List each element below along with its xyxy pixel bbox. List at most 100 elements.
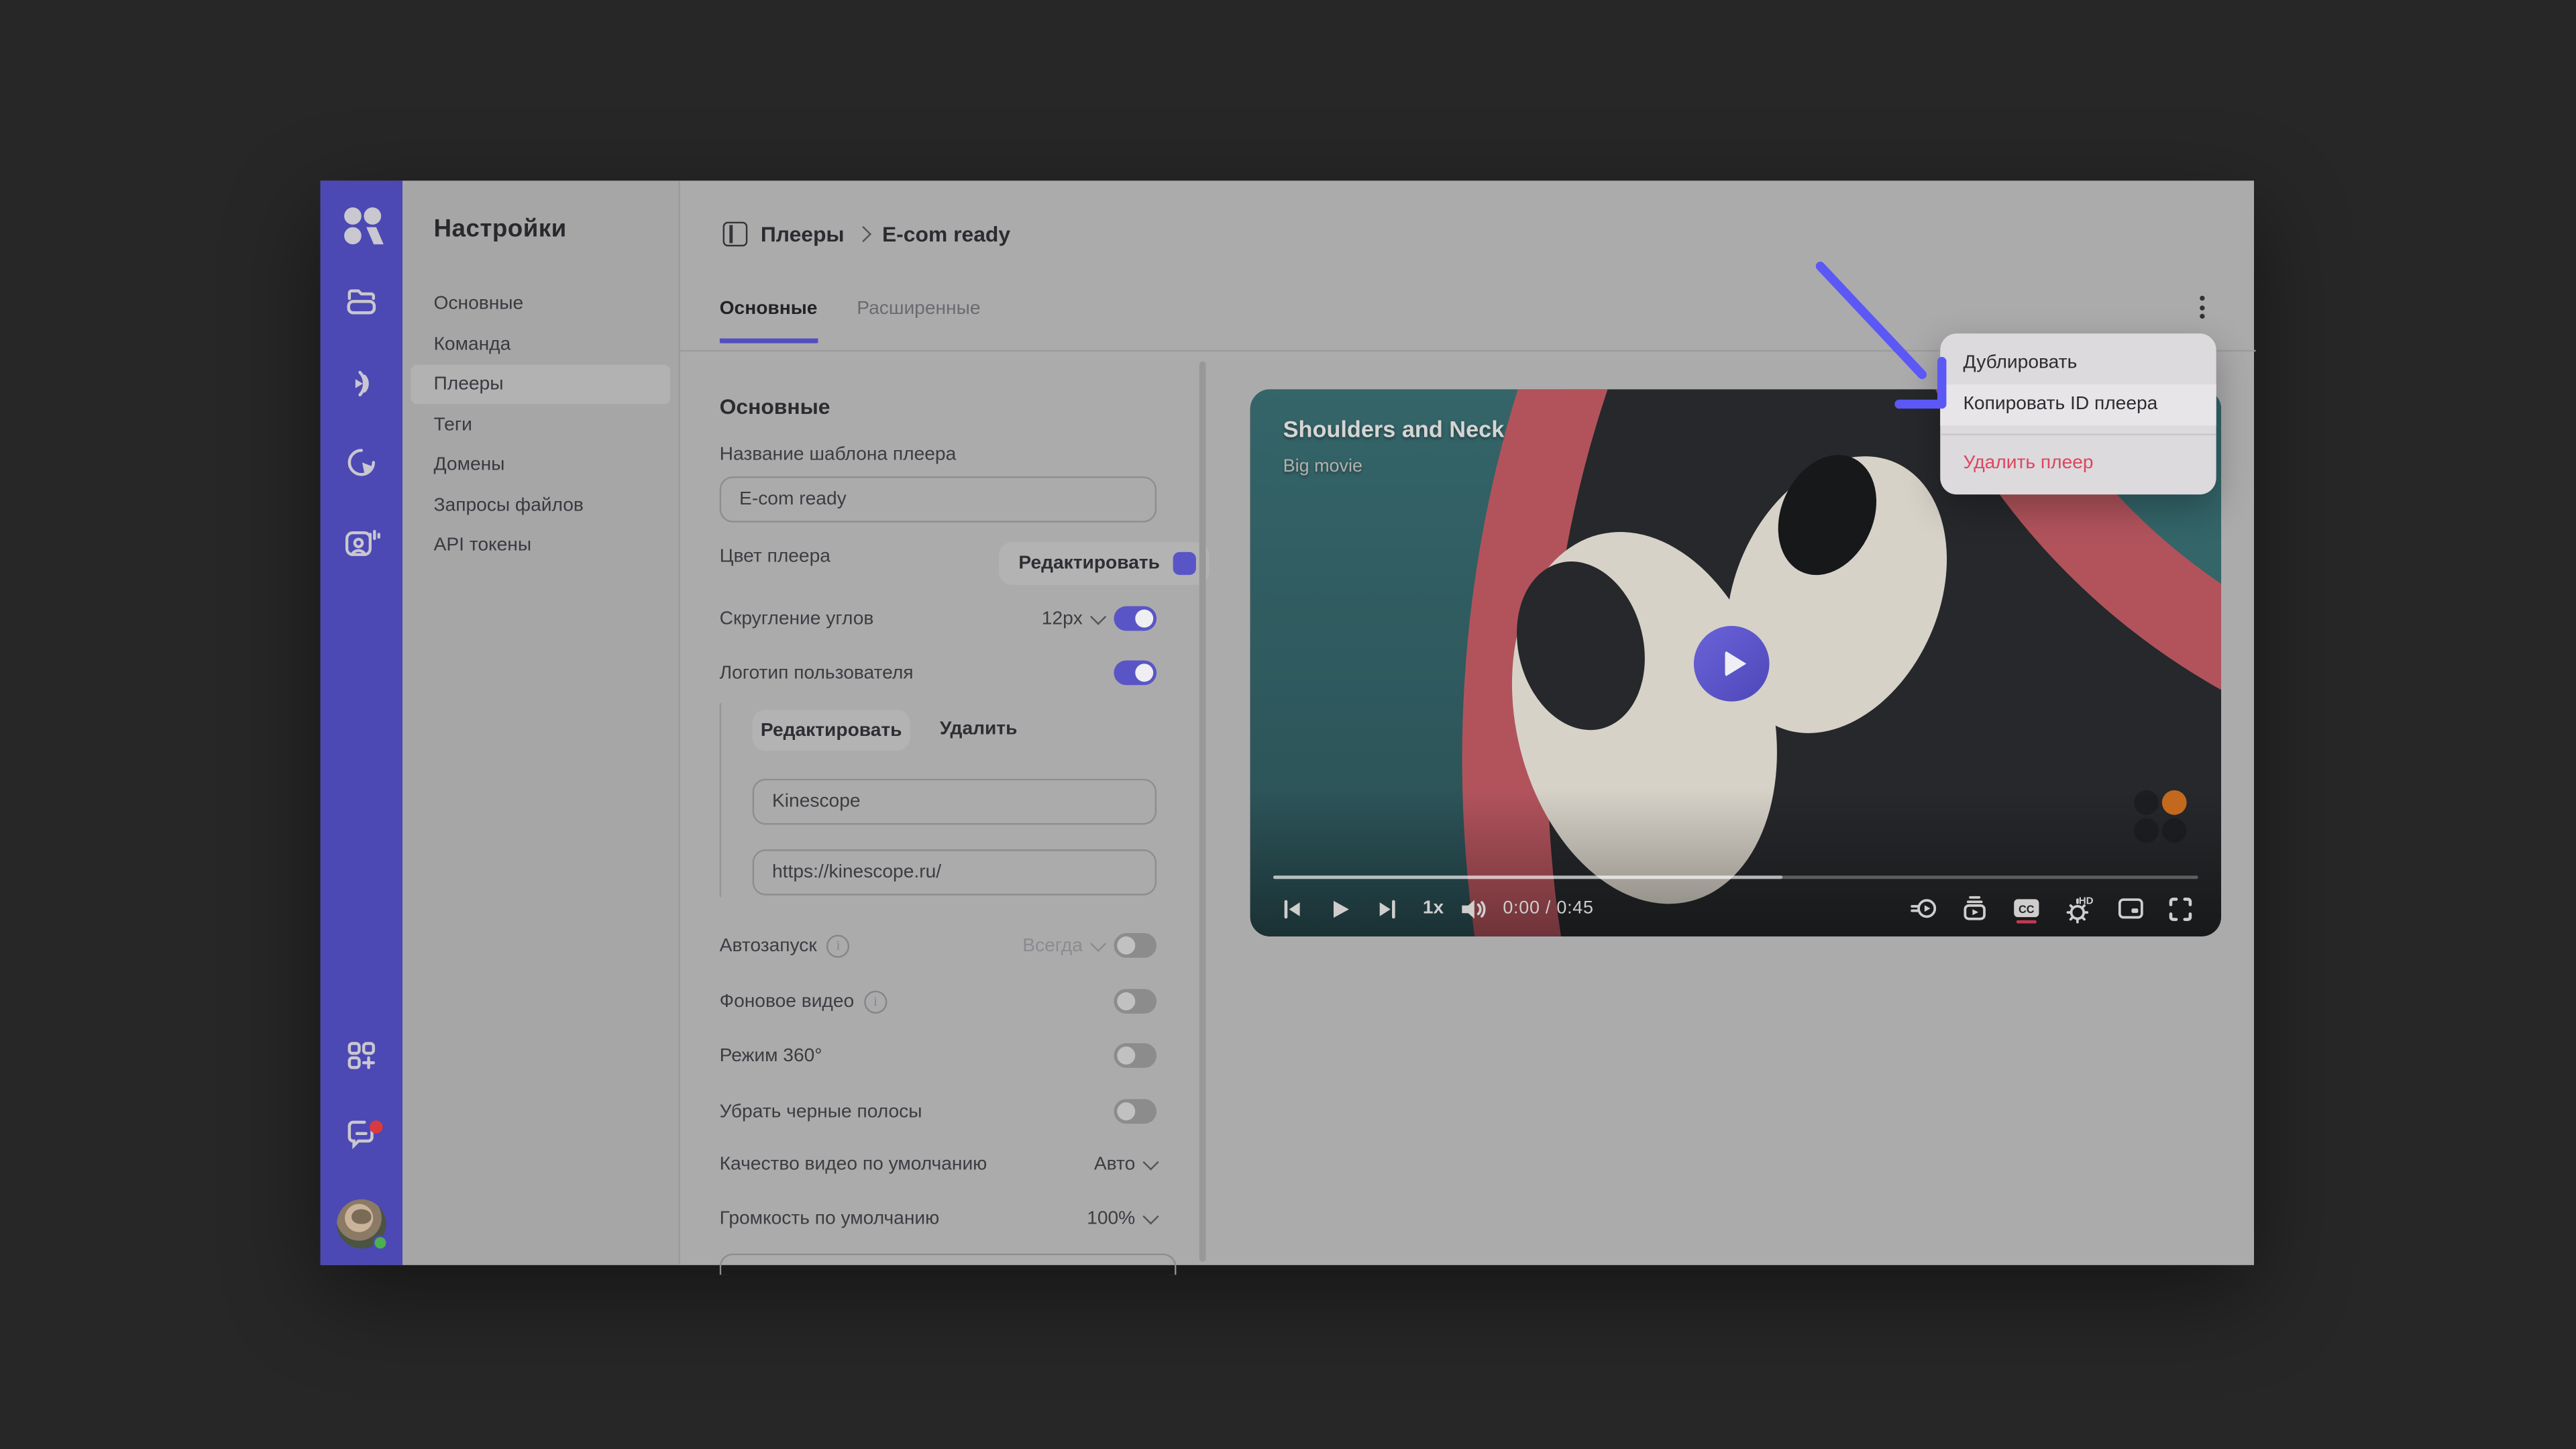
logo-delete-button[interactable]: Удалить xyxy=(940,720,1018,739)
sidebar-item-tags[interactable]: Теги xyxy=(402,406,678,445)
chevron-down-icon xyxy=(1142,1208,1159,1224)
volume-icon[interactable] xyxy=(1458,894,1487,922)
tab-advanced[interactable]: Расширенные xyxy=(857,299,980,343)
chevron-down-icon xyxy=(1090,608,1106,624)
user-logo-toggle[interactable] xyxy=(1114,660,1157,685)
previous-icon[interactable] xyxy=(1280,896,1305,921)
menu-item-duplicate[interactable]: Дублировать xyxy=(1940,343,2216,384)
videos-folder-icon[interactable] xyxy=(343,283,380,327)
chevron-down-icon xyxy=(1142,1155,1159,1171)
sidebar-item-players[interactable]: Плееры xyxy=(411,365,670,405)
breadcrumb: Плееры E-com ready xyxy=(723,222,1011,247)
player-name-input[interactable] xyxy=(720,476,1157,523)
quality-hd-gear-icon[interactable]: HD xyxy=(2063,893,2095,924)
form-scrollbar[interactable] xyxy=(1199,362,1206,1262)
play-icon[interactable] xyxy=(1328,896,1352,921)
sidebar-item-team[interactable]: Команда xyxy=(402,325,678,365)
sidebar-item-domains[interactable]: Домены xyxy=(402,445,678,485)
menu-divider xyxy=(1940,434,2216,435)
chevron-down-icon xyxy=(1090,935,1106,951)
analytics-pie-icon[interactable] xyxy=(343,444,380,488)
info-icon[interactable]: i xyxy=(864,990,887,1013)
kinescope-logo[interactable] xyxy=(337,201,386,259)
corner-radius-row: Скругление углов 12px xyxy=(720,606,1157,631)
online-status-dot xyxy=(373,1236,388,1250)
fullscreen-icon[interactable] xyxy=(2167,894,2195,922)
next-field-partial xyxy=(720,1254,1177,1275)
settings-title: Настройки xyxy=(434,215,567,244)
corner-radius-label: Скругление углов xyxy=(720,608,874,628)
quality-value[interactable]: Авто xyxy=(1094,1155,1135,1175)
seek-bar[interactable] xyxy=(1273,875,2198,879)
screen: Настройки Основные Команда Плееры Теги Д… xyxy=(0,0,2576,1449)
live-stream-icon[interactable] xyxy=(343,366,380,410)
sidebar-item-file-requests[interactable]: Запросы файлов xyxy=(402,486,678,526)
big-play-button[interactable] xyxy=(1694,626,1770,702)
pip-icon[interactable] xyxy=(2116,894,2145,923)
chevron-right-icon xyxy=(855,226,871,242)
logo-subsection-rule xyxy=(720,703,721,897)
autoplay-value[interactable]: Всегда xyxy=(1022,936,1083,955)
svg-text:CC: CC xyxy=(2019,903,2035,915)
next-icon[interactable] xyxy=(1375,896,1400,921)
cast-queue-icon[interactable] xyxy=(1960,894,1990,923)
video-title: Shoulders and Neck xyxy=(1283,416,1505,442)
app-rail xyxy=(321,180,402,1265)
chat-notification-dot xyxy=(370,1120,383,1134)
remove-bars-row: Убрать черные полосы xyxy=(720,1099,1157,1124)
app-window: Настройки Основные Команда Плееры Теги Д… xyxy=(321,180,2254,1265)
user-logo-row: Логотип пользователя xyxy=(720,660,1157,685)
apps-plus-icon[interactable] xyxy=(343,1038,380,1082)
info-icon[interactable]: i xyxy=(826,934,849,957)
sidebar-item-api-tokens[interactable]: API токены xyxy=(402,526,678,566)
mode-360-row: Режим 360° xyxy=(720,1043,1157,1068)
breadcrumb-current: E-com ready xyxy=(882,222,1010,247)
remove-bars-toggle[interactable] xyxy=(1114,1099,1157,1124)
panel-icon[interactable] xyxy=(723,222,748,247)
edit-color-button[interactable]: Редактировать xyxy=(999,542,1209,585)
background-video-toggle[interactable] xyxy=(1114,989,1157,1014)
player-color-label: Цвет плеера xyxy=(720,547,830,567)
logo-url-input[interactable] xyxy=(753,849,1157,896)
user-logo-label: Логотип пользователя xyxy=(720,663,914,682)
video-subtitle: Big movie xyxy=(1283,457,1362,476)
quality-row: Качество видео по умолчанию Авто xyxy=(720,1155,1157,1175)
speed-button[interactable]: 1x xyxy=(1423,899,1444,918)
sidebar-item-general[interactable]: Основные xyxy=(402,284,678,324)
quality-label: Качество видео по умолчанию xyxy=(720,1155,987,1175)
form-section-title: Основные xyxy=(720,394,830,419)
logo-edit-button[interactable]: Редактировать xyxy=(753,710,910,751)
time-display: 0:00 / 0:45 xyxy=(1503,899,1593,918)
corner-radius-toggle[interactable] xyxy=(1114,606,1157,631)
player-context-menu: Дублировать Копировать ID плеера Удалить… xyxy=(1940,333,2216,494)
menu-item-delete-player[interactable]: Удалить плеер xyxy=(1940,443,2216,484)
autoplay-row: Автозапуск i Всегда xyxy=(720,933,1157,958)
svg-text:HD: HD xyxy=(2079,894,2094,906)
logo-brand-input[interactable] xyxy=(753,779,1157,825)
settings-sidebar: Настройки Основные Команда Плееры Теги Д… xyxy=(402,180,678,1265)
related-icon[interactable] xyxy=(1909,894,1939,923)
volume-row: Громкость по умолчанию 100% xyxy=(720,1209,1157,1228)
subtitles-cc-icon[interactable]: CC xyxy=(2011,893,2043,924)
tab-general[interactable]: Основные xyxy=(720,299,818,343)
autoplay-toggle[interactable] xyxy=(1114,933,1157,958)
autoplay-label: Автозапуск xyxy=(720,936,817,955)
more-options-button[interactable] xyxy=(2190,290,2212,323)
tab-bar: Основные Расширенные xyxy=(720,299,981,343)
volume-label: Громкость по умолчанию xyxy=(720,1209,940,1228)
menu-item-copy-player-id[interactable]: Копировать ID плеера xyxy=(1940,384,2216,425)
background-video-label: Фоновое видео xyxy=(720,991,855,1011)
color-swatch xyxy=(1173,552,1196,575)
remove-bars-label: Убрать черные полосы xyxy=(720,1102,922,1121)
kinescope-watermark xyxy=(2131,787,2190,846)
mode-360-toggle[interactable] xyxy=(1114,1043,1157,1068)
background-video-row: Фоновое видео i xyxy=(720,989,1157,1014)
breadcrumb-section[interactable]: Плееры xyxy=(761,222,845,247)
speech-recognition-icon[interactable] xyxy=(343,524,380,570)
mode-360-label: Режим 360° xyxy=(720,1046,822,1065)
volume-value[interactable]: 100% xyxy=(1087,1209,1135,1228)
player-name-label: Название шаблона плеера xyxy=(720,445,957,465)
corner-radius-value[interactable]: 12px xyxy=(1042,608,1083,628)
player-controls: 1x 0:00 / 0:45 xyxy=(1250,887,2221,930)
main-content: Плееры E-com ready Основные Расширенные … xyxy=(678,180,2254,1265)
